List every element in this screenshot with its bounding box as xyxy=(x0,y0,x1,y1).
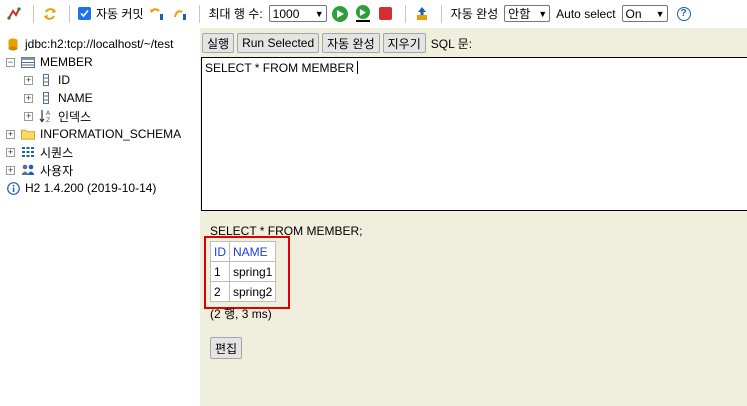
expand-icon[interactable]: + xyxy=(24,111,33,121)
stop-icon[interactable] xyxy=(376,4,396,24)
column-name: ID xyxy=(58,73,70,87)
table-cell: 2 xyxy=(210,281,230,302)
svg-text:Z: Z xyxy=(46,117,50,123)
toolbar: 자동 커밋 최대 행 수: 1000 ▼ 자동 완성 안함 ▼ Auto sel… xyxy=(0,0,747,28)
refresh-icon[interactable] xyxy=(40,4,60,24)
expand-icon[interactable]: + xyxy=(6,165,15,175)
tree-column-id[interactable]: + ID xyxy=(24,71,70,89)
run-icon[interactable] xyxy=(330,4,350,24)
tree-sequences[interactable]: + 시퀀스 xyxy=(6,143,73,161)
commit-icon[interactable] xyxy=(170,4,190,24)
rollback-icon[interactable] xyxy=(147,4,167,24)
index-icon: AZ xyxy=(39,109,53,123)
autoselect-select[interactable]: On ▼ xyxy=(621,5,668,22)
table-header-row: ID NAME xyxy=(210,241,277,262)
users-icon xyxy=(21,163,35,177)
autoselect-value: On xyxy=(625,6,642,21)
column-header[interactable]: NAME xyxy=(228,241,277,262)
toolbar-separator xyxy=(198,4,200,23)
table-name: MEMBER xyxy=(40,55,93,69)
tree-table-member[interactable]: − MEMBER xyxy=(6,53,93,71)
expand-icon[interactable]: + xyxy=(6,147,15,157)
result-table: ID NAME 1 spring1 2 spring2 xyxy=(210,241,277,302)
tree-users[interactable]: + 사용자 xyxy=(6,161,73,179)
autoselect-label: Auto select xyxy=(556,6,616,21)
database-icon xyxy=(6,37,20,51)
chevron-down-icon: ▼ xyxy=(314,8,324,19)
toolbar-separator xyxy=(404,4,406,23)
tree-connection[interactable]: jdbc:h2:tcp://localhost/~/test xyxy=(6,35,173,53)
run-button[interactable]: 실행 xyxy=(202,33,235,53)
edit-button[interactable]: 편집 xyxy=(210,337,243,359)
text-cursor xyxy=(357,61,359,74)
autocommit-checkbox[interactable] xyxy=(78,7,91,20)
table-row: 2 spring2 xyxy=(210,281,277,302)
help-icon[interactable]: ? xyxy=(676,6,691,21)
toolbar-separator xyxy=(69,4,70,23)
toolbar-separator xyxy=(33,4,34,23)
connection-url: jdbc:h2:tcp://localhost/~/test xyxy=(25,37,174,51)
toolbar-separator xyxy=(440,4,442,23)
column-icon xyxy=(39,73,53,87)
autocomplete-value: 안함 xyxy=(508,7,531,21)
tree-information-schema[interactable]: + INFORMATION_SCHEMA xyxy=(6,125,181,143)
autocomplete-select[interactable]: 안함 ▼ xyxy=(504,5,551,22)
clear-button[interactable]: 지우기 xyxy=(382,33,426,53)
table-icon xyxy=(21,55,35,69)
run-selected-icon[interactable] xyxy=(353,4,373,24)
sequences-label: 시퀀스 xyxy=(40,145,74,160)
tree-version: H2 1.4.200 (2019-10-14) xyxy=(6,179,156,197)
sql-statement-label: SQL 문: xyxy=(430,36,473,51)
expand-icon[interactable]: + xyxy=(24,75,33,85)
expand-icon[interactable]: + xyxy=(24,93,33,103)
result-status: (2 행, 3 ms) xyxy=(210,307,272,321)
expand-icon[interactable]: + xyxy=(6,129,15,139)
tree-indexes[interactable]: + AZ 인덱스 xyxy=(24,107,91,125)
information-schema-label: INFORMATION_SCHEMA xyxy=(40,127,182,141)
query-panel: 실행 Run Selected 자동 완성 지우기 SQL 문: SELECT … xyxy=(200,28,747,406)
column-name: NAME xyxy=(58,91,93,105)
autocommit-label: 자동 커밋 xyxy=(96,7,144,21)
autocomplete-label: 자동 완성 xyxy=(450,7,499,21)
run-selected-button[interactable]: Run Selected xyxy=(237,33,320,53)
max-rows-value: 1000 xyxy=(272,6,300,21)
tree-column-name[interactable]: + NAME xyxy=(24,89,93,107)
version-label: H2 1.4.200 (2019-10-14) xyxy=(25,181,157,195)
column-header[interactable]: ID xyxy=(210,241,230,262)
disconnect-icon[interactable] xyxy=(4,4,24,24)
autocomplete-button[interactable]: 자동 완성 xyxy=(322,33,380,53)
table-cell: spring1 xyxy=(228,261,277,282)
users-label: 사용자 xyxy=(40,163,74,178)
column-icon xyxy=(39,91,53,105)
max-rows-label: 최대 행 수: xyxy=(208,7,263,21)
max-rows-select[interactable]: 1000 ▼ xyxy=(268,5,327,22)
query-button-row: 실행 Run Selected 자동 완성 지우기 SQL 문: xyxy=(200,32,472,54)
info-icon xyxy=(6,181,20,195)
table-cell: 1 xyxy=(210,261,230,282)
table-cell: spring2 xyxy=(228,281,277,302)
sequence-icon xyxy=(21,145,35,159)
folder-icon xyxy=(21,127,35,141)
svg-text:A: A xyxy=(46,110,51,117)
schema-tree: jdbc:h2:tcp://localhost/~/test − MEMBER … xyxy=(0,28,200,406)
indexes-label: 인덱스 xyxy=(58,109,92,124)
collapse-icon[interactable]: − xyxy=(6,57,15,67)
table-row: 1 spring1 xyxy=(210,261,277,282)
chevron-down-icon: ▼ xyxy=(538,8,548,19)
sql-editor-text: SELECT * FROM MEMBER xyxy=(205,61,355,75)
sql-editor[interactable]: SELECT * FROM MEMBER xyxy=(201,57,747,211)
history-icon[interactable] xyxy=(412,4,432,24)
chevron-down-icon: ▼ xyxy=(655,8,665,19)
